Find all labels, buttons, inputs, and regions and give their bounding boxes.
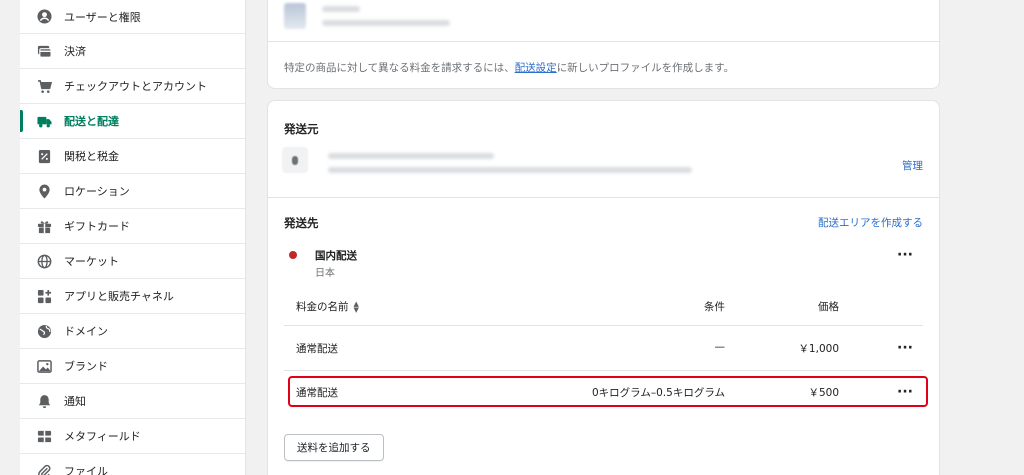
rate-name: 通常配送 [296, 343, 338, 355]
profile-product-preview [284, 3, 450, 29]
manage-origin-link[interactable]: 管理 [902, 158, 923, 173]
card-divider [268, 41, 939, 42]
highlight-box [288, 376, 928, 407]
origin-address [328, 153, 692, 173]
sidebar-item-label: ロケーション [64, 185, 130, 198]
sidebar-item-label: 関税と税金 [64, 150, 119, 163]
column-header-price: 価格 [818, 301, 839, 313]
sidebar-item-markets[interactable]: マーケット [20, 244, 245, 279]
product-thumbnail [284, 3, 306, 29]
sidebar-item-domains[interactable]: ドメイン [20, 314, 245, 349]
zone-name: 国内配送 [315, 250, 357, 262]
sidebar-item-gift-cards[interactable]: ギフトカード [20, 209, 245, 244]
column-header-rate-name[interactable]: 料金の名前 ▲ ▼ [296, 299, 359, 314]
table-divider [284, 325, 923, 326]
settings-sidebar: ユーザーと権限 決済 チェックアウトとアカウント 配送と配達 関税と税金 ロケー… [20, 0, 246, 475]
sidebar-item-label: 決済 [64, 45, 86, 58]
sidebar-item-label: ユーザーと権限 [64, 10, 141, 24]
domain-globe-icon [36, 323, 52, 339]
sidebar-item-checkout[interactable]: チェックアウトとアカウント [20, 69, 245, 104]
sidebar-item-payments[interactable]: 決済 [20, 34, 245, 69]
shipping-settings-link[interactable]: 配送設定 [515, 62, 557, 74]
origin-title: 発送元 [284, 122, 319, 136]
truck-icon [36, 113, 52, 129]
paperclip-icon [36, 463, 52, 475]
sidebar-item-label: ファイル [64, 465, 108, 475]
sidebar-item-label: ドメイン [64, 325, 108, 338]
brand-image-icon [36, 358, 52, 374]
sidebar-item-users[interactable]: ユーザーと権限 [20, 0, 245, 34]
location-pin-icon [282, 147, 308, 173]
column-header-condition: 条件 [704, 301, 725, 313]
add-rate-button[interactable]: 送料を追加する [284, 434, 384, 461]
sidebar-item-label: チェックアウトとアカウント [64, 80, 207, 93]
sidebar-item-files[interactable]: ファイル [20, 454, 245, 475]
sidebar-item-label: ギフトカード [64, 220, 130, 233]
sidebar-item-label: メタフィールド [64, 430, 141, 443]
shipping-zones-card: 発送元 管理 発送先 配送エリアを作成する 国内配送 日本 ··· 料金の名前 … [267, 100, 940, 475]
user-circle-icon [36, 9, 52, 25]
sidebar-item-label: アプリと販売チャネル [64, 290, 174, 303]
gift-icon [36, 218, 52, 234]
sidebar-item-metafields[interactable]: メタフィールド [20, 419, 245, 454]
sidebar-item-shipping[interactable]: 配送と配達 [20, 104, 245, 139]
sidebar-item-label: マーケット [64, 255, 119, 268]
rate-price: ￥1,000 [798, 343, 839, 355]
bell-icon [36, 393, 52, 409]
zone-country: 日本 [315, 268, 335, 279]
apps-icon [36, 288, 52, 304]
sidebar-item-brand[interactable]: ブランド [20, 349, 245, 384]
shipping-profile-card: 特定の商品に対して異なる料金を請求するには、配送設定に新しいプロファイルを作成し… [267, 0, 940, 89]
payment-icon [36, 43, 52, 59]
location-pin-icon [36, 183, 52, 199]
column-header-label: 料金の名前 [296, 301, 349, 313]
sidebar-item-taxes[interactable]: 関税と税金 [20, 139, 245, 174]
sidebar-item-label: 配送と配達 [64, 115, 119, 128]
tax-icon [36, 148, 52, 164]
note-text: に新しいプロファイルを作成します。 [556, 62, 735, 74]
sidebar-item-label: ブランド [64, 360, 108, 373]
create-zone-link[interactable]: 配送エリアを作成する [818, 215, 923, 230]
rate-condition: — [714, 341, 726, 353]
sidebar-item-locations[interactable]: ロケーション [20, 174, 245, 209]
card-divider [268, 197, 939, 198]
note-text: 特定の商品に対して異なる料金を請求するには、 [284, 62, 515, 74]
zone-marker [289, 251, 297, 259]
sidebar-item-apps[interactable]: アプリと販売チャネル [20, 279, 245, 314]
sort-arrows-icon: ▲ ▼ [353, 299, 359, 314]
zone-more-icon[interactable]: ··· [897, 248, 913, 262]
profile-note: 特定の商品に対して異なる料金を請求するには、配送設定に新しいプロファイルを作成し… [284, 60, 734, 75]
metafield-icon [36, 428, 52, 444]
cart-icon [36, 78, 52, 94]
table-divider [284, 370, 923, 371]
sidebar-item-notifications[interactable]: 通知 [20, 384, 245, 419]
destination-title: 発送先 [284, 216, 319, 230]
rate-more-icon[interactable]: ··· [897, 341, 913, 355]
sidebar-item-label: 通知 [64, 395, 86, 408]
globe-icon [36, 253, 52, 269]
